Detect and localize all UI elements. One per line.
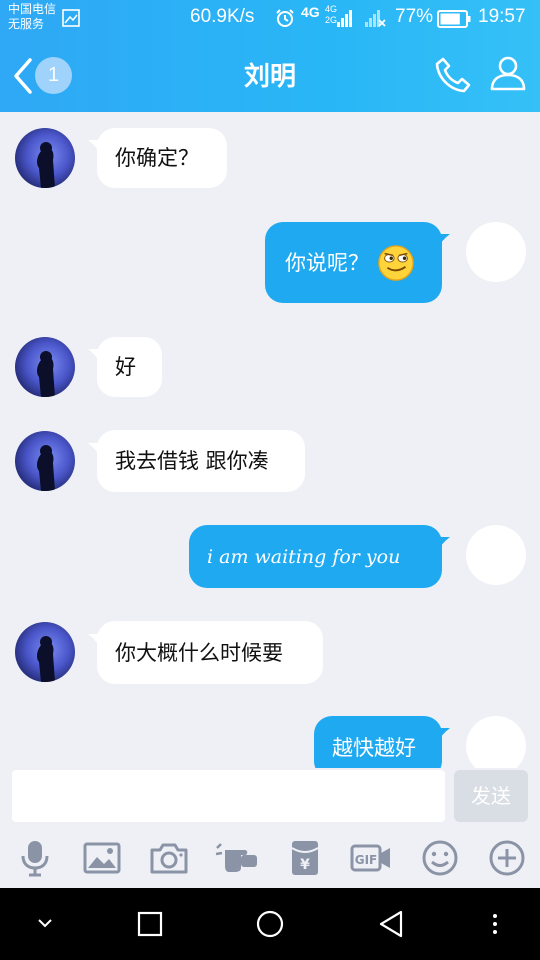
phone-call-icon[interactable] [434, 56, 472, 94]
recent-apps-button[interactable] [137, 911, 163, 937]
status-bar: 中国电信 无服务 60.9K/s 4G 4G 2G 77% 19:57 [0, 0, 540, 36]
message-text: 你说呢？ [285, 250, 369, 275]
network-type-label: 4G [301, 4, 320, 20]
emoji-icon[interactable] [420, 838, 460, 878]
message-bubble-received[interactable]: 好 [97, 337, 162, 397]
carrier-status: 无服务 [8, 17, 45, 31]
my-avatar[interactable] [466, 525, 526, 585]
clock-time: 19:57 [478, 6, 526, 27]
message-text: 我去借钱 跟你凑 [115, 449, 269, 473]
chat-header: 中国电信 无服务 60.9K/s 4G 4G 2G 77% 19:57 1 刘明 [0, 0, 540, 112]
message-text: 你大概什么时候要 [115, 640, 283, 665]
image-icon[interactable] [82, 838, 122, 878]
contact-avatar[interactable] [15, 128, 75, 188]
send-button[interactable]: 发送 [454, 770, 528, 822]
battery-icon [437, 10, 471, 28]
poke-hand-icon[interactable] [215, 838, 261, 878]
svg-text:GIF: GIF [355, 853, 378, 867]
plus-icon[interactable] [487, 838, 527, 878]
battery-percentage: 77% [395, 6, 434, 27]
contact-avatar[interactable] [15, 337, 75, 397]
message-bubble-sent[interactable]: i am waiting for you [189, 525, 442, 588]
signal-icon [337, 10, 352, 27]
message-bubble-received[interactable]: 我去借钱 跟你凑 [97, 430, 305, 492]
camera-icon[interactable] [149, 838, 189, 878]
screenshot-icon [62, 9, 80, 27]
hide-keyboard-chevron-icon[interactable] [36, 916, 54, 930]
red-packet-icon[interactable]: ¥ [285, 838, 325, 878]
message-text: i am waiting for you [207, 545, 401, 568]
smirk-emoji-icon [378, 244, 414, 281]
message-list[interactable]: 你确定？ 你说呢？ 好 我去借钱 跟你凑 i am waiting for yo… [0, 112, 540, 768]
contact-avatar[interactable] [15, 622, 75, 682]
back-nav-button[interactable] [377, 909, 405, 939]
message-input[interactable] [12, 770, 445, 822]
message-bubble-sent[interactable]: 你说呢？ [265, 222, 442, 303]
network-speed: 60.9K/s [190, 6, 255, 27]
gif-icon[interactable]: GIF [350, 838, 392, 878]
alarm-icon [276, 9, 294, 27]
carrier-name: 中国电信 [8, 2, 57, 16]
message-bubble-received[interactable]: 你大概什么时候要 [97, 621, 323, 684]
home-button[interactable] [255, 909, 285, 939]
message-bubble-sent[interactable]: 越快越好 [314, 716, 442, 768]
contact-profile-icon[interactable] [489, 54, 527, 92]
contact-avatar[interactable] [15, 431, 75, 491]
my-avatar[interactable] [466, 716, 526, 768]
carrier-info: 中国电信 无服务 [8, 2, 56, 32]
signal-no-service-icon [365, 10, 386, 27]
message-bubble-received[interactable]: 你确定？ [97, 128, 227, 188]
composer-bar: 发送 ¥ GIF [0, 768, 540, 888]
more-options-icon[interactable] [490, 912, 500, 936]
message-text: 好 [115, 355, 136, 379]
svg-text:¥: ¥ [300, 857, 310, 873]
message-text: 越快越好 [332, 735, 416, 760]
message-text: 你确定？ [115, 146, 199, 170]
microphone-icon[interactable] [15, 838, 55, 878]
my-avatar[interactable] [466, 222, 526, 282]
system-navigation-bar [0, 888, 540, 960]
